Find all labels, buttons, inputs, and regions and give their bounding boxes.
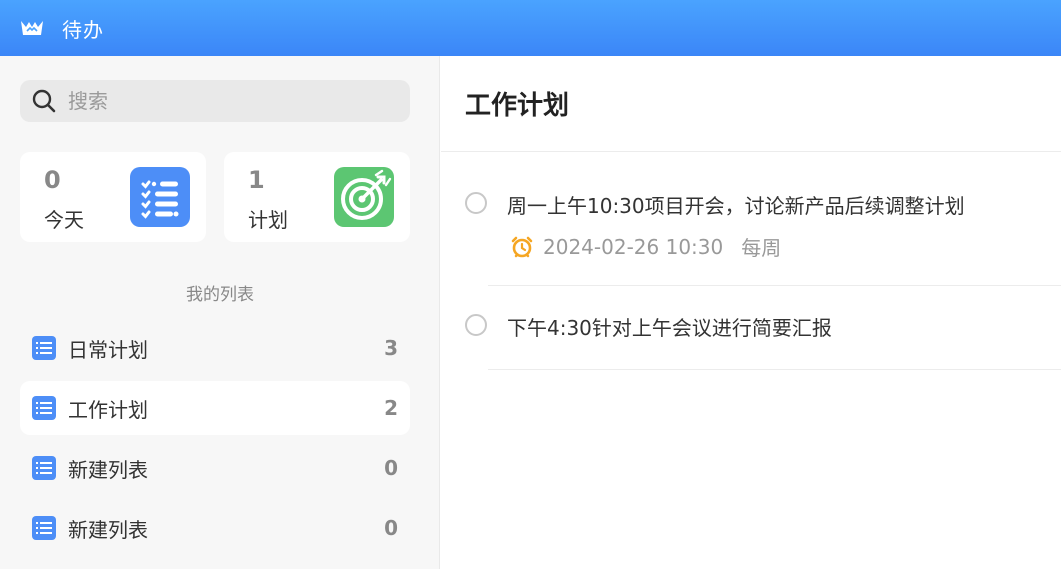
list-icon bbox=[32, 516, 56, 540]
task-item[interactable]: 周一上午10:30项目开会，讨论新产品后续调整计划 2024-02-26 10:… bbox=[441, 152, 1061, 286]
plan-label: 计划 bbox=[248, 208, 288, 232]
list-item-count: 0 bbox=[384, 456, 398, 480]
checklist-icon bbox=[130, 167, 190, 227]
task-item[interactable]: 下午4:30针对上午会议进行简要汇报 bbox=[441, 286, 1061, 370]
plan-count: 1 bbox=[248, 166, 265, 194]
plan-card[interactable]: 1 计划 bbox=[224, 152, 410, 242]
today-label: 今天 bbox=[44, 208, 84, 232]
task-repeat: 每周 bbox=[741, 236, 782, 260]
list-item-name: 日常计划 bbox=[68, 337, 148, 362]
list-icon bbox=[32, 456, 56, 480]
main-panel: 工作计划 周一上午10:30项目开会，讨论新产品后续调整计划 2024-02-2… bbox=[441, 56, 1061, 569]
list-item-count: 2 bbox=[384, 396, 398, 420]
list-icon bbox=[32, 396, 56, 420]
task-checkbox[interactable] bbox=[465, 314, 487, 336]
list-title: 工作计划 bbox=[465, 91, 570, 121]
sidebar: 0 今天 1 计划 bbox=[0, 56, 440, 569]
list-item-name: 新建列表 bbox=[68, 517, 148, 542]
list-item-work[interactable]: 工作计划 2 bbox=[20, 381, 410, 435]
search-box[interactable] bbox=[20, 80, 410, 122]
list-item-daily[interactable]: 日常计划 3 bbox=[20, 321, 410, 375]
list-item-name: 新建列表 bbox=[68, 457, 148, 482]
task-meta: 2024-02-26 10:30 每周 bbox=[511, 232, 781, 261]
list-item-new-2[interactable]: 新建列表 0 bbox=[20, 501, 410, 555]
search-input[interactable] bbox=[68, 89, 368, 113]
today-card[interactable]: 0 今天 bbox=[20, 152, 206, 242]
my-lists-heading: 我的列表 bbox=[186, 285, 254, 305]
list-item-name: 工作计划 bbox=[68, 397, 148, 422]
title-bar: 待办 bbox=[0, 0, 1061, 56]
target-icon bbox=[334, 167, 394, 227]
search-icon bbox=[32, 89, 56, 113]
crown-icon bbox=[20, 19, 44, 37]
app-title: 待办 bbox=[62, 17, 104, 42]
alarm-clock-icon bbox=[511, 236, 533, 258]
task-text[interactable]: 周一上午10:30项目开会，讨论新产品后续调整计划 bbox=[507, 190, 965, 219]
task-due-date: 2024-02-26 10:30 bbox=[543, 234, 724, 259]
list-item-count: 3 bbox=[384, 336, 398, 360]
task-checkbox[interactable] bbox=[465, 192, 487, 214]
task-text[interactable]: 下午4:30针对上午会议进行简要汇报 bbox=[507, 312, 832, 341]
list-item-new-1[interactable]: 新建列表 0 bbox=[20, 441, 410, 495]
list-item-count: 0 bbox=[384, 516, 398, 540]
task-divider bbox=[488, 369, 1061, 370]
list-icon bbox=[32, 336, 56, 360]
main-header: 工作计划 bbox=[441, 56, 1061, 152]
today-count: 0 bbox=[44, 166, 61, 194]
